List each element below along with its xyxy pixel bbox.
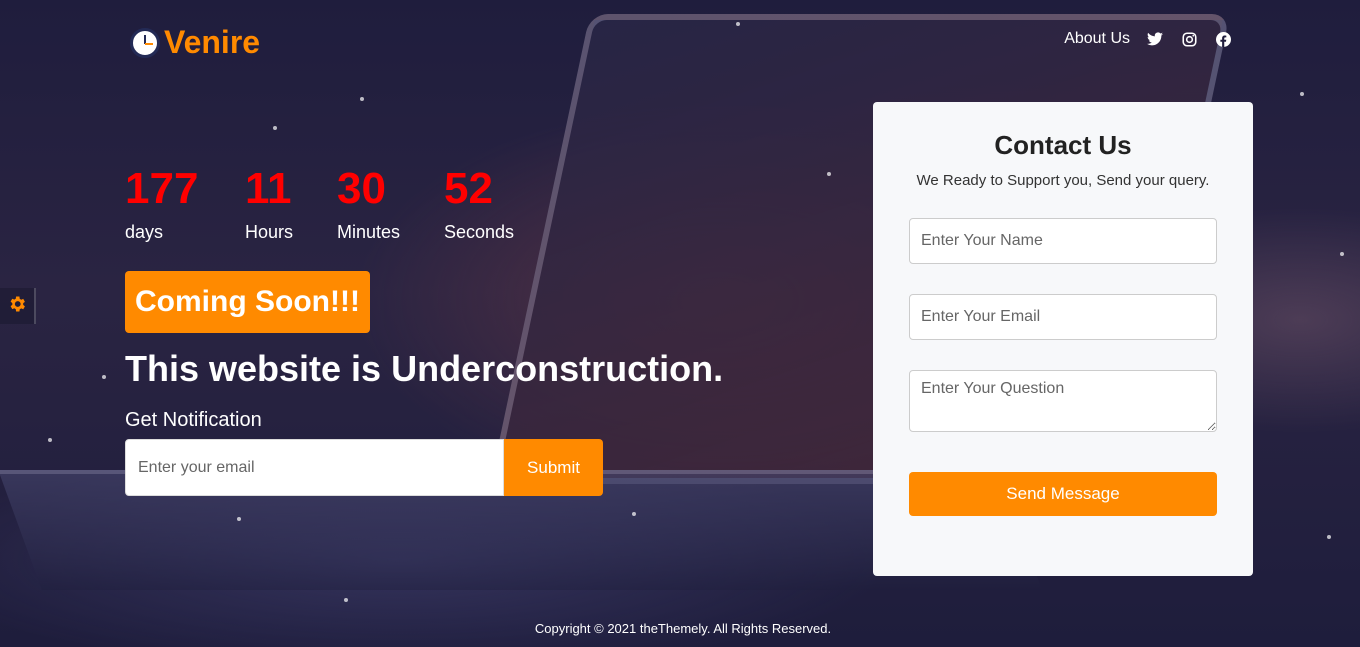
site-header: Venire About Us [0, 0, 1360, 80]
contact-card: Contact Us We Ready to Support you, Send… [873, 102, 1253, 576]
page-headline: This website is Underconstruction. [125, 348, 724, 389]
countdown-hours-value: 11 [245, 164, 292, 213]
countdown-days: 177 days [125, 164, 245, 243]
countdown-seconds: 52 Seconds [444, 164, 544, 243]
countdown-timer: 177 days 11 Hours 30 Minutes 52 Seconds [125, 164, 544, 243]
nav-about-us-link[interactable]: About Us [1064, 30, 1130, 48]
contact-email-field[interactable] [909, 294, 1217, 340]
countdown-hours-label: Hours [245, 222, 294, 242]
send-message-button[interactable]: Send Message [909, 472, 1217, 516]
notification-label: Get Notification [125, 409, 262, 431]
brand-logo[interactable]: Venire [130, 24, 260, 61]
background-star [273, 126, 277, 130]
countdown-hours: 11 Hours [245, 164, 337, 243]
coming-soon-badge: Coming Soon!!! [125, 271, 370, 333]
background-star [1300, 92, 1304, 96]
background-star [102, 375, 106, 379]
gear-icon [7, 294, 27, 319]
background-star [360, 97, 364, 101]
background-star [827, 172, 831, 176]
countdown-seconds-label: Seconds [444, 222, 515, 242]
background-star [48, 438, 52, 442]
contact-subtitle: We Ready to Support you, Send your query… [916, 172, 1210, 189]
background-star [1340, 252, 1344, 256]
background-star [1327, 535, 1331, 539]
top-nav: About Us [1064, 30, 1232, 48]
settings-gear-button[interactable] [0, 288, 36, 324]
notification-form: Submit [125, 439, 603, 496]
contact-question-field[interactable] [909, 370, 1217, 432]
background-star [237, 517, 241, 521]
brand-name: Venire [164, 24, 261, 60]
background-star [344, 598, 348, 602]
background-star [632, 512, 636, 516]
notification-email-input[interactable] [125, 439, 504, 496]
countdown-days-value: 177 [125, 164, 199, 213]
countdown-minutes-label: Minutes [337, 222, 401, 242]
countdown-minutes: 30 Minutes [337, 164, 444, 243]
twitter-icon[interactable] [1146, 30, 1164, 48]
facebook-icon[interactable] [1214, 30, 1232, 48]
countdown-days-label: days [125, 222, 164, 242]
notification-submit-button[interactable]: Submit [504, 439, 603, 496]
instagram-icon[interactable] [1180, 30, 1198, 48]
countdown-minutes-value: 30 [337, 164, 386, 213]
countdown-seconds-value: 52 [444, 164, 493, 213]
contact-title: Contact Us [994, 130, 1132, 160]
coming-soon-text: Coming Soon!!! [135, 285, 360, 318]
contact-name-field[interactable] [909, 218, 1217, 264]
clock-icon [130, 27, 160, 58]
footer-copyright: Copyright © 2021 theThemely. All Rights … [534, 621, 832, 636]
